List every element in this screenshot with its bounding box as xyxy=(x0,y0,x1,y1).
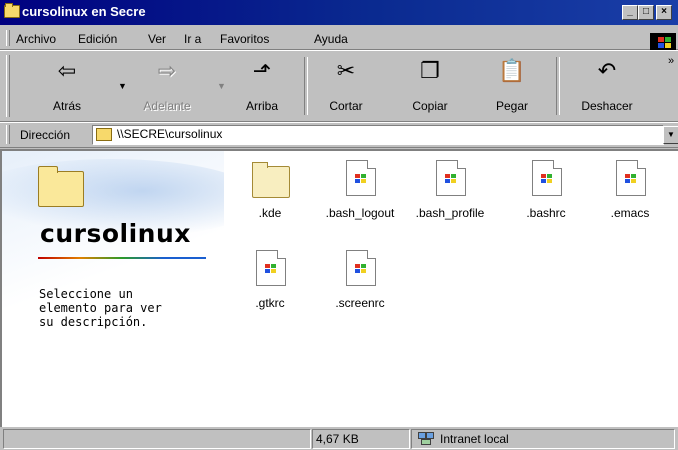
file-item[interactable]: .emacs xyxy=(584,154,676,224)
copy-label: Copiar xyxy=(412,99,448,113)
scissors-icon: ✂ xyxy=(336,58,356,83)
toolbar-separator xyxy=(556,57,560,115)
folder-icon xyxy=(252,162,290,198)
back-arrow-icon: ⇦ xyxy=(57,58,77,83)
toolbar: ⇦ Atrás ▼ ⇨ Adelante ▼ ⬏ Arriba ✂ Cortar… xyxy=(0,50,678,122)
cut-button[interactable]: ✂ Cortar xyxy=(314,53,378,119)
document-icon xyxy=(346,250,376,286)
file-name: .screenrc xyxy=(335,296,385,310)
menu-ir-a[interactable]: Ir a xyxy=(184,32,201,46)
menu-favoritos[interactable]: Favoritos xyxy=(220,32,269,46)
status-panel-zone: Intranet local xyxy=(411,429,675,449)
up-button[interactable]: ⬏ Arriba xyxy=(230,53,294,119)
title-divider xyxy=(38,257,206,259)
file-item[interactable]: .bash_logout xyxy=(314,154,406,224)
copy-icon: ❐ xyxy=(420,58,440,83)
folder-icon[interactable] xyxy=(4,3,20,18)
forward-dropdown-icon[interactable]: ▼ xyxy=(217,81,226,91)
document-icon xyxy=(256,250,286,286)
minimize-icon: _ xyxy=(627,6,633,17)
status-size: 4,67 KB xyxy=(316,432,359,446)
status-bar: 4,67 KB Intranet local xyxy=(0,428,678,450)
up-label: Arriba xyxy=(245,99,278,113)
address-field[interactable] xyxy=(92,125,664,145)
undo-button[interactable]: ↶ Deshacer xyxy=(570,53,644,119)
maximize-icon: □ xyxy=(642,6,650,17)
maximize-button[interactable]: □ xyxy=(638,5,654,20)
file-name: .kde xyxy=(258,206,282,220)
file-name: .bash_logout xyxy=(325,206,395,220)
forward-label: Adelante xyxy=(143,99,191,113)
address-grip[interactable] xyxy=(6,125,10,144)
file-item[interactable]: .gtkrc xyxy=(224,244,316,314)
status-zone: Intranet local xyxy=(440,432,509,446)
menu-archivo[interactable]: Archivo xyxy=(16,32,56,46)
toolbar-grip[interactable] xyxy=(6,55,10,117)
copy-button[interactable]: ❐ Copiar xyxy=(398,53,462,119)
file-name: .bash_profile xyxy=(415,206,485,220)
file-item[interactable]: .kde xyxy=(224,154,316,224)
forward-button[interactable]: ⇨ Adelante xyxy=(128,53,206,119)
menu-ver[interactable]: Ver xyxy=(148,32,166,46)
undo-label: Deshacer xyxy=(581,99,633,113)
undo-arrow-icon: ↶ xyxy=(597,58,617,83)
document-icon xyxy=(346,160,376,196)
menu-grip[interactable] xyxy=(6,30,10,46)
toolbar-overflow-icon[interactable]: » xyxy=(668,55,674,67)
close-icon: × xyxy=(661,6,667,17)
chevron-down-icon: ▼ xyxy=(667,130,675,139)
folder-description: Seleccione un elemento para ver su descr… xyxy=(39,287,162,329)
back-label: Atrás xyxy=(52,99,81,113)
file-item[interactable]: .bash_profile xyxy=(404,154,496,224)
intranet-zone-icon xyxy=(418,432,434,445)
back-dropdown-icon[interactable]: ▼ xyxy=(118,81,127,91)
folder-icon xyxy=(96,128,112,141)
forward-arrow-icon: ⇨ xyxy=(157,58,177,83)
address-label: Dirección xyxy=(20,128,71,142)
address-dropdown-button[interactable]: ▼ xyxy=(663,126,678,144)
file-item[interactable]: .bashrc xyxy=(500,154,592,224)
address-input[interactable] xyxy=(117,127,617,141)
toolbar-separator xyxy=(304,57,308,115)
window-title: cursolinux en Secre xyxy=(22,4,146,19)
status-panel-text xyxy=(3,429,311,449)
folder-icon xyxy=(38,166,84,207)
minimize-button[interactable]: _ xyxy=(622,5,638,20)
folder-title: cursolinux xyxy=(40,219,191,248)
status-panel-size: 4,67 KB xyxy=(312,429,410,449)
title-bar[interactable]: cursolinux en Secre _ □ × xyxy=(0,0,678,25)
document-icon xyxy=(616,160,646,196)
folder-up-icon: ⬏ xyxy=(252,58,272,83)
folder-view[interactable]: cursolinux Seleccione un elemento para v… xyxy=(0,149,678,427)
file-name: .emacs xyxy=(610,206,650,220)
paste-button[interactable]: 📋 Pegar xyxy=(480,53,544,119)
menu-bar: Archivo Edición Ver Ir a Favoritos Ayuda xyxy=(0,27,678,50)
back-button[interactable]: ⇦ Atrás xyxy=(40,53,94,119)
web-view-panel: cursolinux Seleccione un elemento para v… xyxy=(2,151,224,427)
document-icon xyxy=(532,160,562,196)
menu-ayuda[interactable]: Ayuda xyxy=(314,32,348,46)
paste-label: Pegar xyxy=(495,99,529,113)
address-bar: Dirección ▼ xyxy=(0,122,678,148)
paste-clipboard-icon: 📋 xyxy=(498,58,526,83)
windows-logo-icon xyxy=(650,33,676,51)
file-name: .bashrc xyxy=(526,206,566,220)
file-item[interactable]: .screenrc xyxy=(314,244,406,314)
file-name: .gtkrc xyxy=(255,296,285,310)
menu-edicion[interactable]: Edición xyxy=(78,32,117,46)
cut-label: Cortar xyxy=(329,99,363,113)
close-button[interactable]: × xyxy=(656,5,672,20)
document-icon xyxy=(436,160,466,196)
